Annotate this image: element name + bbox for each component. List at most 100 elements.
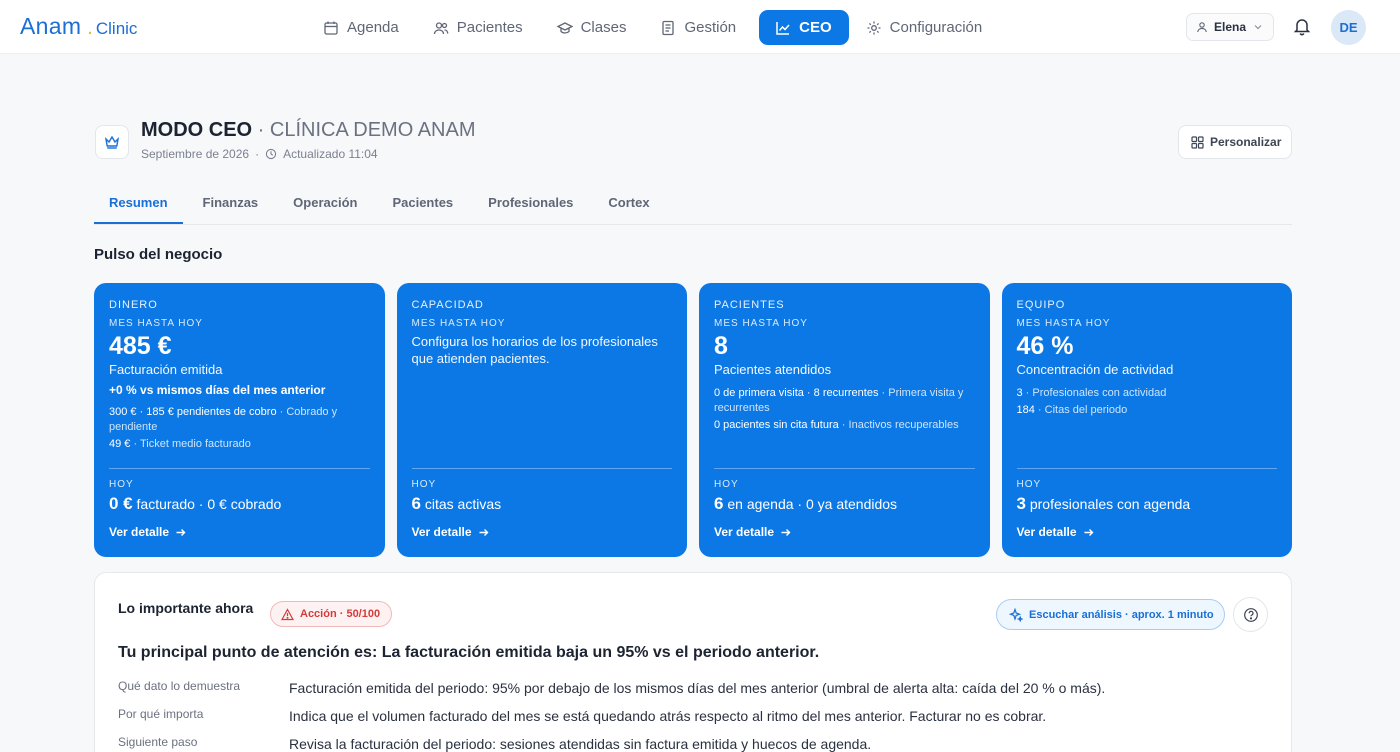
card-detail: 300 € · 185 € pendientes de cobro · Cobr… (109, 405, 370, 435)
top-bar: Anam . Clinic Agenda Pacientes Clases Ge… (0, 0, 1400, 54)
card-label: CAPACIDAD (411, 299, 484, 311)
avatar[interactable]: DE (1331, 10, 1366, 45)
card-note: Configura los horarios de los profesiona… (411, 334, 658, 366)
detail-strong: 49 € (109, 438, 131, 450)
nav-gestion-label: Gestión (684, 19, 737, 36)
user-menu[interactable]: Elena (1186, 13, 1274, 41)
nav-clases-label: Clases (580, 19, 627, 36)
cap-icon (556, 21, 573, 34)
title-separator: · (252, 119, 270, 141)
card-period: MES HASTA HOY (1016, 318, 1111, 329)
detail-strong: 0 pacientes sin cita futura (714, 419, 839, 431)
document-icon (662, 20, 675, 35)
logo-name: Anam (20, 13, 82, 39)
card-divider (411, 468, 672, 469)
nav-clases[interactable]: Clases (546, 10, 644, 45)
sparkle-icon (1009, 607, 1023, 622)
calendar-icon (324, 21, 338, 35)
tab-resumen[interactable]: Resumen (94, 183, 183, 224)
card-detail: 0 pacientes sin cita futura · Inactivos … (714, 418, 975, 433)
logo-suffix: Clinic (95, 19, 138, 38)
ceo-tabs: Resumen Finanzas Operación Pacientes Pro… (94, 183, 1292, 225)
listen-analysis-button[interactable]: Escuchar análisis · aprox. 1 minuto (996, 599, 1225, 630)
today-text: facturado · 0 € cobrado (132, 496, 282, 512)
period-label: Septiembre de 2026 (141, 147, 250, 161)
card-divider (1016, 468, 1277, 469)
help-icon (1243, 607, 1258, 622)
row-text: Indica que el volumen facturado del mes … (289, 708, 1047, 724)
nav-configuracion-label: Configuración (889, 19, 983, 36)
link-label: Ver detalle (411, 525, 472, 539)
team-detail-link[interactable]: Ver detalle (1017, 525, 1094, 539)
link-label: Ver detalle (1016, 525, 1077, 539)
mode-label: MODO CEO (141, 119, 253, 141)
row-label: Qué dato lo demuestra (118, 679, 241, 693)
app-logo[interactable]: Anam . Clinic (20, 13, 137, 40)
detail-strong: 0 de primera visita · 8 recurrentes (714, 387, 879, 399)
nav-gestion[interactable]: Gestión (649, 10, 753, 45)
tab-operacion[interactable]: Operación (278, 183, 372, 224)
page-meta: Septiembre de 2026 · Actualizado 11:04 (141, 147, 378, 161)
crown-badge (95, 125, 129, 159)
card-period: MES HASTA HOY (714, 318, 808, 329)
today-text: profesionales con agenda (1025, 496, 1191, 512)
listen-label: Escuchar análisis · aprox. 1 minuto (1029, 608, 1214, 621)
card-today: 6 citas activas (412, 494, 502, 514)
card-period: MES HASTA HOY (109, 318, 203, 329)
help-button[interactable] (1233, 597, 1268, 632)
tab-pacientes[interactable]: Pacientes (377, 183, 468, 224)
page-title: MODO CEO · CLÍNICA DEMO ANAM (141, 119, 476, 142)
nav-agenda[interactable]: Agenda (312, 10, 416, 45)
card-label: DINERO (109, 299, 158, 311)
card-description: Facturación emitida (109, 362, 223, 377)
detail-strong: 300 € · 185 € pendientes de cobro (109, 406, 277, 418)
tab-profesionales[interactable]: Profesionales (473, 183, 588, 224)
money-detail-link[interactable]: Ver detalle (109, 525, 186, 539)
today-value: 3 (1016, 494, 1026, 513)
nav-ceo[interactable]: CEO (759, 10, 849, 45)
card-today: 3 profesionales con agenda (1017, 494, 1191, 514)
today-text: en agenda · 0 ya atendidos (723, 496, 898, 512)
card-period: MES HASTA HOY (411, 318, 506, 329)
card-detail: 49 € · Ticket medio facturado (109, 437, 370, 452)
card-patients: PACIENTES MES HASTA HOY 8 Pacientes aten… (699, 283, 990, 557)
bell-icon[interactable] (1292, 16, 1312, 36)
customize-label: Personalizar (1210, 135, 1282, 149)
card-description: Concentración de actividad (1016, 362, 1174, 377)
crown-icon (104, 135, 120, 149)
nav-agenda-label: Agenda (347, 19, 399, 36)
customize-button[interactable]: Personalizar (1178, 125, 1292, 159)
user-name: Elena (1214, 20, 1247, 34)
patients-detail-link[interactable]: Ver detalle (714, 525, 791, 539)
action-badge: Acción · 50/100 (270, 601, 393, 627)
card-description: Pacientes atendidos (714, 362, 832, 377)
main-nav: Agenda Pacientes Clases Gestión CEO Conf… (312, 10, 999, 45)
logo-dot: . (87, 17, 93, 39)
panel-title: Lo importante ahora (118, 600, 254, 616)
nav-configuracion[interactable]: Configuración (855, 10, 1000, 45)
tab-cortex[interactable]: Cortex (593, 183, 664, 224)
card-value: 46 % (1016, 332, 1074, 360)
arrow-right-icon (176, 528, 186, 536)
users-icon (433, 21, 449, 34)
detail-strong: 3 (1016, 387, 1023, 399)
meta-separator: · (255, 147, 260, 161)
arrow-right-icon (1084, 528, 1094, 536)
detail-muted: · Citas del periodo (1034, 404, 1128, 416)
row-label: Siguiente paso (118, 735, 198, 749)
card-label: EQUIPO (1016, 299, 1066, 311)
today-text: citas activas (420, 496, 502, 512)
card-capacity: CAPACIDAD MES HASTA HOY Configura los ho… (396, 283, 687, 557)
grid-icon (1191, 135, 1204, 149)
card-today: 6 en agenda · 0 ya atendidos (714, 494, 897, 514)
link-label: Ver detalle (109, 525, 170, 539)
card-value: 485 € (109, 332, 172, 360)
nav-pacientes-label: Pacientes (456, 19, 523, 36)
main-insight: Tu principal punto de atención es: La fa… (118, 644, 820, 661)
tab-finanzas[interactable]: Finanzas (188, 183, 274, 224)
card-label: PACIENTES (714, 299, 785, 311)
clinic-name: CLÍNICA DEMO ANAM (269, 119, 476, 141)
nav-pacientes[interactable]: Pacientes (422, 10, 540, 45)
card-money: DINERO MES HASTA HOY 485 € Facturación e… (94, 283, 385, 557)
capacity-detail-link[interactable]: Ver detalle (412, 525, 489, 539)
